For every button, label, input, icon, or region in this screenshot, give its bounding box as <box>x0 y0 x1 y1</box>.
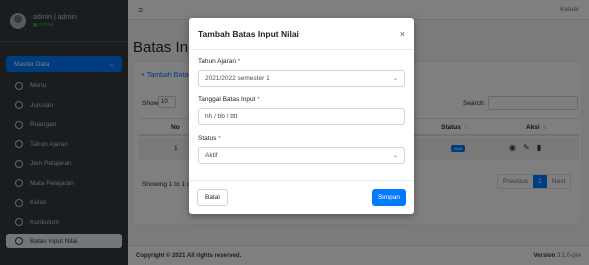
status-group: Status * Aktif ⌄ <box>198 135 405 164</box>
tanggal-batas-label: Tanggal Batas Input * <box>198 96 260 103</box>
chevron-down-icon: ⌄ <box>392 153 398 159</box>
save-button[interactable]: Simpan <box>371 189 406 206</box>
add-batas-input-modal: Tambah Batas Input Nilai × Tahun Ajaran … <box>189 18 414 214</box>
modal-footer: Batal Simpan <box>189 180 414 214</box>
modal-header: Tambah Batas Input Nilai × <box>189 18 414 50</box>
close-icon[interactable]: × <box>400 29 405 39</box>
tahun-ajaran-select[interactable]: 2021/2022 semester 1 ⌄ <box>198 70 405 87</box>
tahun-ajaran-group: Tahun Ajaran * 2021/2022 semester 1 ⌄ <box>198 58 405 87</box>
status-select[interactable]: Aktif ⌄ <box>198 147 405 164</box>
tahun-ajaran-label: Tahun Ajaran * <box>198 58 241 65</box>
chevron-down-icon: ⌄ <box>392 76 398 82</box>
cancel-button[interactable]: Batal <box>197 189 228 206</box>
status-label: Status * <box>198 135 221 142</box>
tanggal-batas-input[interactable]: hh / bb / tttt <box>198 108 405 125</box>
tanggal-batas-group: Tanggal Batas Input * hh / bb / tttt <box>198 96 405 125</box>
modal-title: Tambah Batas Input Nilai <box>198 28 299 39</box>
